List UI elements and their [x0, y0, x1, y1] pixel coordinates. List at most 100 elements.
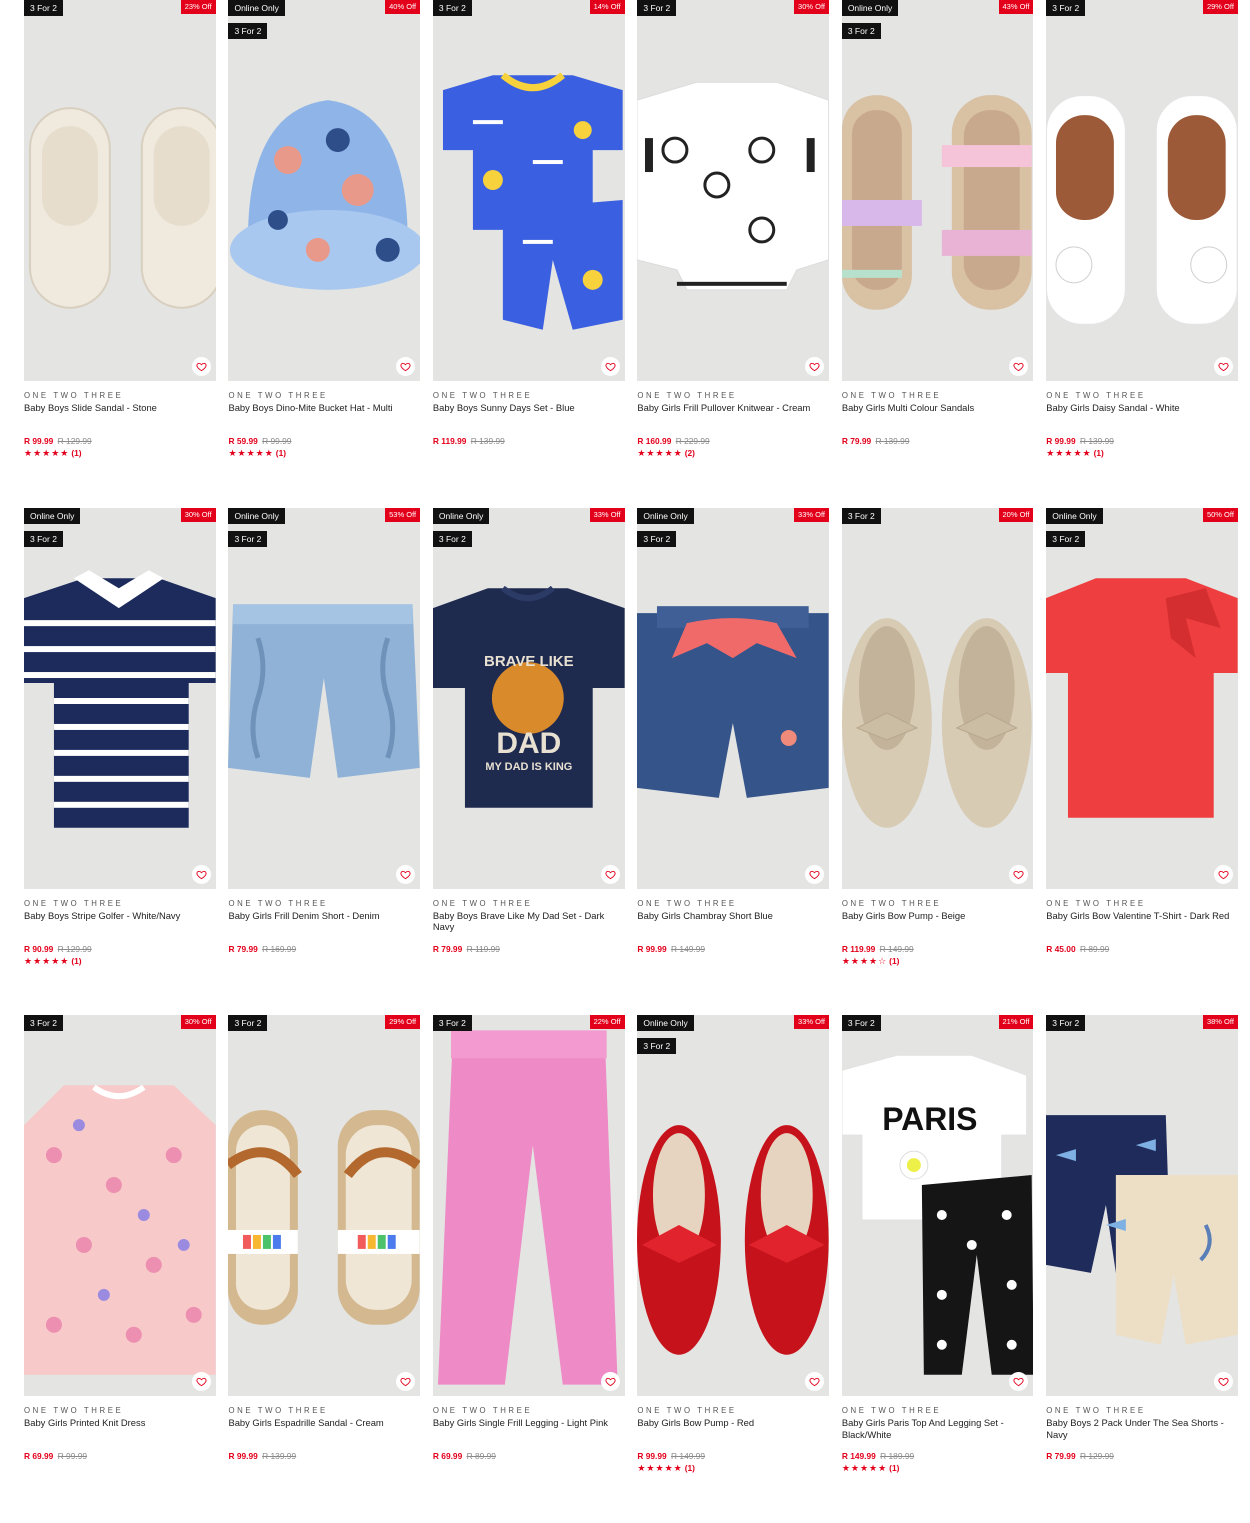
product-brand[interactable]: ONE TWO THREE — [228, 391, 420, 400]
product-name[interactable]: Baby Boys 2 Pack Under The Sea Shorts - … — [1046, 1417, 1238, 1440]
wishlist-button[interactable] — [396, 357, 416, 376]
wishlist-button[interactable] — [191, 357, 211, 376]
product-name[interactable]: Baby Girls Bow Pump - Beige — [842, 910, 1034, 933]
product-brand[interactable]: ONE TWO THREE — [228, 899, 420, 908]
product-card[interactable]: 3 For 2 23% Off ONE TWO THREE Baby Boys … — [24, 0, 216, 508]
rating[interactable] — [1046, 1463, 1238, 1474]
product-name[interactable]: Baby Girls Daisy Sandal - White — [1046, 402, 1238, 425]
product-name[interactable]: Baby Girls Paris Top And Legging Set - B… — [842, 1417, 1034, 1440]
rating[interactable]: ★★★★★ (1) — [1046, 448, 1238, 459]
product-image[interactable]: 3 For 2 30% Off — [24, 1015, 216, 1396]
product-name[interactable]: Baby Girls Espadrille Sandal - Cream — [228, 1417, 420, 1440]
product-brand[interactable]: ONE TWO THREE — [433, 391, 625, 400]
wishlist-button[interactable] — [805, 357, 825, 376]
wishlist-button[interactable] — [1213, 1372, 1233, 1391]
product-image[interactable]: Online Only 3 For 2 53% Off — [228, 507, 421, 889]
product-image[interactable]: 3 For 2 38% Off — [1046, 1015, 1238, 1396]
wishlist-button[interactable] — [396, 1372, 416, 1391]
wishlist-button[interactable] — [600, 357, 620, 376]
product-image[interactable]: Online Only 3 For 2 30% Off — [24, 507, 216, 889]
product-brand[interactable]: ONE TWO THREE — [842, 899, 1034, 908]
product-image[interactable]: Online Only 3 For 2 43% Off — [841, 0, 1034, 381]
product-name[interactable]: Baby Boys Stripe Golfer - White/Navy — [24, 910, 216, 933]
product-card[interactable]: 3 For 2 29% Off ONE TWO THREE Baby Girls… — [228, 1015, 421, 1523]
rating[interactable] — [842, 448, 1034, 459]
product-image[interactable]: 3 For 2 29% Off — [1046, 0, 1238, 381]
rating[interactable] — [228, 956, 420, 967]
product-image[interactable]: Online Only 3 For 2 33% Off — [637, 507, 830, 889]
wishlist-button[interactable] — [1213, 357, 1233, 376]
rating[interactable] — [433, 956, 625, 967]
product-image[interactable]: Online Only 3 For 2 33% Off — [637, 1015, 830, 1396]
product-image[interactable]: 3 For 2 30% Off — [637, 0, 830, 381]
product-card[interactable]: Online Only 3 For 2 53% Off ONE TWO THRE… — [228, 507, 421, 1016]
rating[interactable] — [1046, 956, 1238, 967]
product-image[interactable]: 3 For 2 29% Off — [228, 1015, 421, 1396]
rating[interactable]: ★★★★★ (1) — [24, 448, 216, 459]
product-brand[interactable]: ONE TWO THREE — [228, 1406, 420, 1415]
product-image[interactable]: PARIS 3 For 2 21% Off — [841, 1015, 1034, 1396]
product-card[interactable]: 3 For 2 14% Off ONE TWO THREE Baby Boys … — [432, 0, 625, 508]
product-brand[interactable]: ONE TWO THREE — [433, 1406, 625, 1415]
product-name[interactable]: Baby Boys Dino-Mite Bucket Hat - Multi — [228, 402, 420, 425]
product-name[interactable]: Baby Girls Bow Pump - Red — [637, 1417, 829, 1440]
product-image[interactable]: Online Only 3 For 2 50% Off — [1046, 507, 1238, 889]
product-card[interactable]: BRAVE LIKE DAD MY DAD IS KING Online Onl… — [432, 507, 625, 1016]
wishlist-button[interactable] — [191, 864, 211, 884]
product-name[interactable]: Baby Girls Chambray Short Blue — [637, 910, 829, 933]
rating[interactable]: ★★★★★ (1) — [24, 956, 216, 967]
product-name[interactable]: Baby Girls Frill Pullover Knitwear - Cre… — [637, 402, 829, 425]
product-card[interactable]: Online Only 3 For 2 33% Off ONE TWO THRE… — [637, 507, 830, 1016]
product-card[interactable]: 3 For 2 30% Off ONE TWO THREE Baby Girls… — [24, 1015, 216, 1523]
product-name[interactable]: Baby Girls Bow Valentine T-Shirt - Dark … — [1046, 910, 1238, 933]
product-image[interactable]: 3 For 2 23% Off — [24, 0, 216, 381]
product-name[interactable]: Baby Girls Single Frill Legging - Light … — [433, 1417, 625, 1440]
product-name[interactable]: Baby Girls Printed Knit Dress — [24, 1417, 216, 1440]
product-card[interactable]: 3 For 2 38% Off ONE TWO THREE Baby Boys … — [1046, 1015, 1238, 1523]
product-name[interactable]: Baby Girls Multi Colour Sandals — [842, 402, 1034, 425]
product-name[interactable]: Baby Boys Brave Like My Dad Set - Dark N… — [433, 910, 625, 933]
product-brand[interactable]: ONE TWO THREE — [842, 1406, 1034, 1415]
product-card[interactable]: PARIS 3 For 2 21% Off ONE TWO THREE Baby… — [841, 1015, 1034, 1523]
rating[interactable]: ★★★★★ (1) — [228, 448, 420, 459]
product-brand[interactable]: ONE TWO THREE — [24, 899, 216, 908]
product-brand[interactable]: ONE TWO THREE — [1046, 391, 1238, 400]
rating[interactable] — [228, 1463, 420, 1474]
product-name[interactable]: Baby Boys Sunny Days Set - Blue — [433, 402, 625, 425]
wishlist-button[interactable] — [1009, 864, 1029, 884]
product-card[interactable]: 3 For 2 29% Off ONE TWO THREE Baby Girls… — [1046, 0, 1238, 508]
product-brand[interactable]: ONE TWO THREE — [842, 391, 1034, 400]
product-brand[interactable]: ONE TWO THREE — [24, 391, 216, 400]
product-card[interactable]: 3 For 2 20% Off ONE TWO THREE Baby Girls… — [841, 507, 1034, 1016]
product-card[interactable]: 3 For 2 30% Off ONE TWO THREE Baby Girls… — [637, 0, 830, 508]
product-card[interactable]: Online Only 3 For 2 50% Off ONE TWO THRE… — [1046, 507, 1238, 1016]
rating[interactable] — [24, 1463, 216, 1474]
rating[interactable] — [637, 956, 829, 967]
product-card[interactable]: 3 For 2 22% Off ONE TWO THREE Baby Girls… — [432, 1015, 625, 1523]
product-brand[interactable]: ONE TWO THREE — [637, 1406, 829, 1415]
product-card[interactable]: Online Only 3 For 2 40% Off ONE TWO THRE… — [228, 0, 421, 508]
rating[interactable]: ★★★★☆ (1) — [842, 956, 1034, 967]
wishlist-button[interactable] — [396, 864, 416, 884]
wishlist-button[interactable] — [805, 864, 825, 884]
product-brand[interactable]: ONE TWO THREE — [637, 391, 829, 400]
wishlist-button[interactable] — [191, 1372, 211, 1391]
product-name[interactable]: Baby Girls Frill Denim Short - Denim — [228, 910, 420, 933]
product-card[interactable]: Online Only 3 For 2 30% Off ONE TWO THRE… — [24, 507, 216, 1016]
wishlist-button[interactable] — [805, 1372, 825, 1391]
wishlist-button[interactable] — [600, 1372, 620, 1391]
product-brand[interactable]: ONE TWO THREE — [1046, 899, 1238, 908]
product-card[interactable]: Online Only 3 For 2 43% Off ONE TWO THRE… — [841, 0, 1034, 508]
product-image[interactable]: 3 For 2 22% Off — [432, 1015, 625, 1396]
rating[interactable]: ★★★★★ (1) — [842, 1463, 1034, 1474]
product-image[interactable]: 3 For 2 20% Off — [841, 507, 1034, 889]
product-image[interactable]: BRAVE LIKE DAD MY DAD IS KING Online Onl… — [432, 507, 625, 889]
product-name[interactable]: Baby Boys Slide Sandal - Stone — [24, 402, 216, 425]
product-image[interactable]: 3 For 2 14% Off — [432, 0, 625, 381]
product-brand[interactable]: ONE TWO THREE — [433, 899, 625, 908]
rating[interactable] — [433, 448, 625, 459]
product-brand[interactable]: ONE TWO THREE — [637, 899, 829, 908]
wishlist-button[interactable] — [600, 864, 620, 884]
product-brand[interactable]: ONE TWO THREE — [24, 1406, 216, 1415]
product-brand[interactable]: ONE TWO THREE — [1046, 1406, 1238, 1415]
